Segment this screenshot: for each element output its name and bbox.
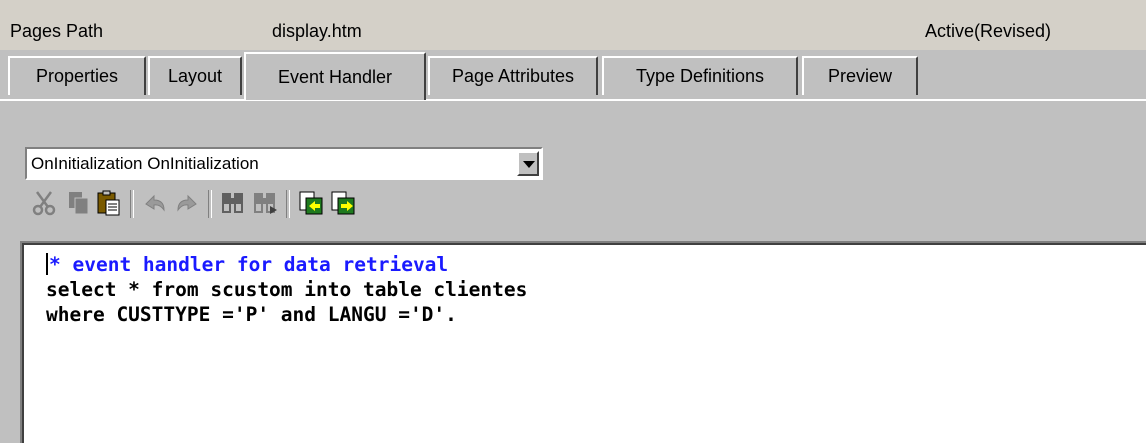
tab-layout[interactable]: Layout [148, 56, 242, 95]
tab-event-handler[interactable]: Event Handler [244, 52, 426, 100]
toolbar-separator [208, 190, 212, 218]
toolbar-separator [130, 190, 134, 218]
code-text: * event handler for data retrieval selec… [46, 252, 527, 327]
status-text: Active(Revised) [925, 21, 1052, 41]
tab-label: Type Definitions [635, 66, 765, 86]
text-caret [46, 253, 48, 275]
tab-label: Properties [35, 66, 119, 86]
code-line: select * from scustom into table cliente… [46, 278, 528, 301]
cut-icon[interactable] [30, 188, 60, 218]
tab-bar: Properties Layout Event Handler Page Att… [0, 52, 1146, 100]
copy-icon[interactable] [64, 188, 94, 218]
tab-divider [0, 99, 1146, 101]
toolbar-separator [286, 190, 290, 218]
tab-type-definitions[interactable]: Type Definitions [602, 56, 798, 95]
tab-label: Preview [827, 66, 893, 86]
find-icon[interactable] [218, 188, 248, 218]
find-next-icon[interactable] [250, 188, 280, 218]
chevron-down-icon [523, 161, 535, 168]
tab-page-attributes[interactable]: Page Attributes [428, 56, 598, 95]
code-line: where CUSTTYPE ='P' and LANGU ='D'. [46, 303, 457, 326]
event-select-value: OnInitialization OnInitialization [31, 154, 259, 173]
import-icon[interactable] [296, 188, 326, 218]
export-icon[interactable] [328, 188, 358, 218]
header-bar: Pages Path display.htm Active(Revised) [0, 0, 1146, 50]
tab-label: Layout [167, 66, 223, 86]
tab-label: Page Attributes [451, 66, 575, 86]
undo-icon[interactable] [140, 188, 170, 218]
tab-properties[interactable]: Properties [8, 56, 146, 95]
code-editor[interactable]: * event handler for data retrieval selec… [22, 243, 1146, 443]
tab-label: Event Handler [277, 67, 393, 87]
paste-icon[interactable] [94, 188, 124, 218]
dropdown-button[interactable] [517, 151, 539, 176]
event-select[interactable]: OnInitialization OnInitialization [25, 147, 543, 180]
code-line-comment: * event handler for data retrieval [49, 253, 449, 276]
page-name: display.htm [272, 21, 362, 41]
tab-preview[interactable]: Preview [802, 56, 918, 95]
pages-path-label: Pages Path [10, 21, 104, 41]
redo-icon[interactable] [172, 188, 202, 218]
